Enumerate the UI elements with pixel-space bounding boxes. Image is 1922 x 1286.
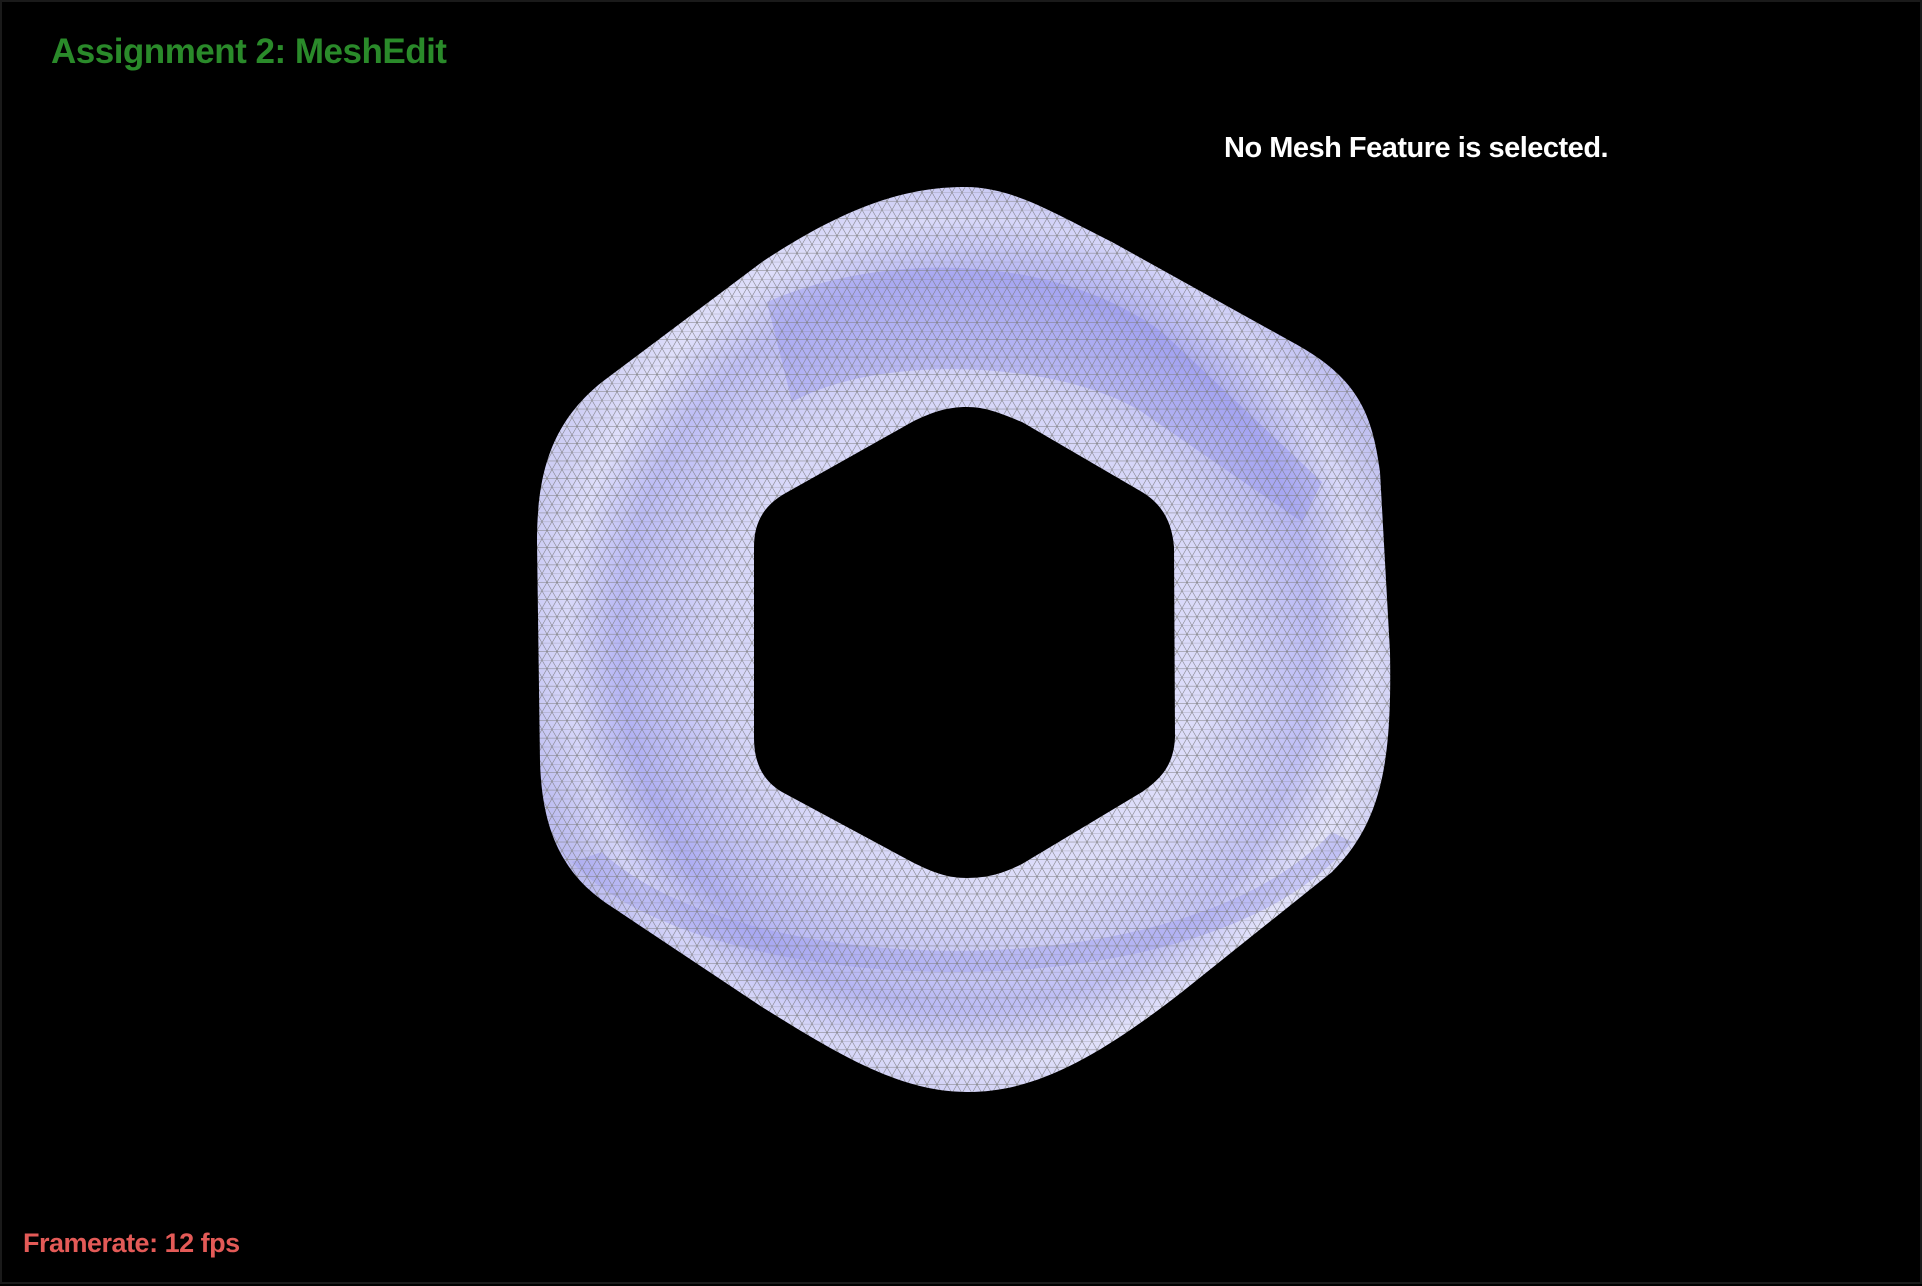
app-title: Assignment 2: MeshEdit (51, 32, 447, 71)
mesh-viewport[interactable]: Assignment 2: MeshEdit No Mesh Feature i… (0, 0, 1922, 1284)
framerate-label: Framerate: (23, 1228, 158, 1258)
framerate-unit: fps (200, 1228, 241, 1258)
selection-status-text: No Mesh Feature is selected. (1224, 132, 1609, 164)
torus-mesh[interactable] (2, 2, 1922, 1286)
torus-surface (522, 172, 1412, 1112)
framerate-value: 12 (164, 1228, 195, 1258)
framerate-readout: Framerate: 12 fps (23, 1228, 240, 1259)
